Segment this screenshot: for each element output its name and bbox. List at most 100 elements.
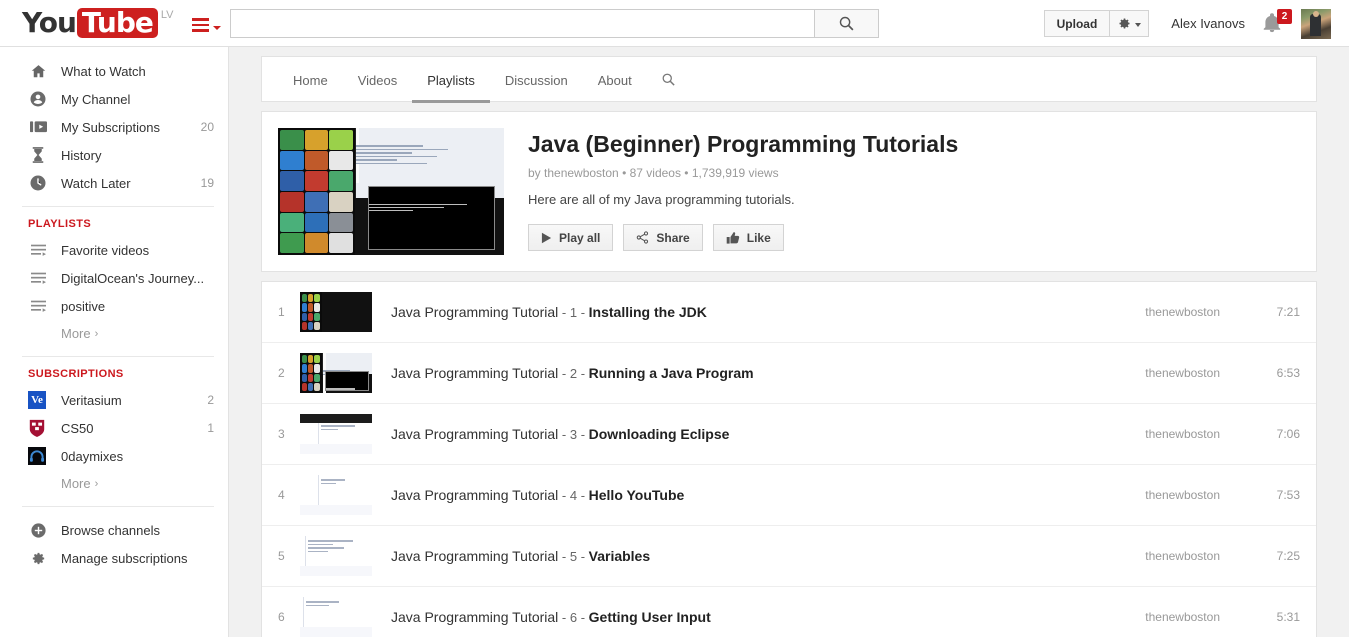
video-channel: thenewboston <box>1050 427 1220 441</box>
sidebar-item-my-channel[interactable]: My Channel <box>0 85 228 113</box>
video-channel: thenewboston <box>1050 549 1220 563</box>
table-row[interactable]: 3 Java Programming Tutorial - 3 - Downlo… <box>262 404 1316 465</box>
youtube-logo[interactable]: You Tube LV <box>22 8 174 38</box>
sidebar-item-my-subscriptions[interactable]: My Subscriptions 20 <box>0 113 228 141</box>
tab-playlists[interactable]: Playlists <box>412 58 490 103</box>
sidebar: What to Watch My Channel My Subscription… <box>0 47 229 637</box>
video-thumbnail[interactable] <box>300 536 372 576</box>
sidebar-section-subscriptions: SUBSCRIPTIONS <box>0 366 228 386</box>
user-name[interactable]: Alex Ivanovs <box>1171 16 1245 31</box>
search-icon <box>838 15 855 32</box>
sidebar-item-label: DigitalOcean's Journey... <box>61 271 214 286</box>
sidebar-item-veritasium[interactable]: Ve Veritasium 2 <box>0 386 228 414</box>
sidebar-item-digitalocean-journey[interactable]: DigitalOcean's Journey... <box>0 264 228 292</box>
video-title[interactable]: Java Programming Tutorial - 5 - Variable… <box>391 548 1050 564</box>
video-duration: 7:53 <box>1220 488 1300 502</box>
tab-discussion[interactable]: Discussion <box>490 58 583 103</box>
like-button[interactable]: Like <box>713 224 784 251</box>
sidebar-item-history[interactable]: History <box>0 141 228 169</box>
sidebar-item-favorite-videos[interactable]: Favorite videos <box>0 236 228 264</box>
sidebar-item-manage-subscriptions[interactable]: Manage subscriptions <box>0 544 228 572</box>
video-title[interactable]: Java Programming Tutorial - 1 - Installi… <box>391 304 1050 320</box>
table-row[interactable]: 1 Java Programming Tutorial - 1 - Instal… <box>262 282 1316 343</box>
subscriptions-more-button[interactable]: More › <box>0 470 228 497</box>
share-label: Share <box>656 231 689 245</box>
hamburger-menu-icon[interactable] <box>192 18 221 32</box>
video-thumbnail[interactable] <box>300 414 372 454</box>
video-thumbnail[interactable] <box>300 475 372 515</box>
video-title-separator: - 2 - <box>558 366 588 381</box>
video-title-episode: Variables <box>589 548 651 564</box>
channel-search-button[interactable] <box>647 57 690 102</box>
masthead-right: Upload Alex Ivanovs 2 <box>1044 0 1331 47</box>
subscriptions-icon <box>28 117 48 137</box>
0daymixes-avatar <box>28 447 46 465</box>
video-title[interactable]: Java Programming Tutorial - 3 - Download… <box>391 426 1050 442</box>
settings-button[interactable] <box>1110 10 1149 37</box>
notifications-button[interactable]: 2 <box>1261 11 1285 37</box>
sidebar-item-cs50[interactable]: CS50 1 <box>0 414 228 442</box>
chevron-right-icon: › <box>95 478 99 490</box>
table-row[interactable]: 2 Java Programming Tutorial - 2 - Runnin… <box>262 343 1316 404</box>
table-row[interactable]: 4 Java Programming Tutorial - 4 - Hello … <box>262 465 1316 526</box>
share-icon <box>636 231 649 244</box>
main-content: Home Videos Playlists Discussion About <box>229 47 1349 637</box>
video-title-episode: Getting User Input <box>589 609 711 625</box>
masthead: You Tube LV Upload Alex Ivanovs <box>0 0 1349 47</box>
play-all-button[interactable]: Play all <box>528 224 613 251</box>
ide-window-art <box>300 475 372 515</box>
video-title-prefix: Java Programming Tutorial <box>391 548 558 564</box>
tab-home[interactable]: Home <box>278 58 343 103</box>
sidebar-item-0daymixes[interactable]: 0daymixes <box>0 442 228 470</box>
video-index: 6 <box>278 610 300 624</box>
titlebar-art <box>300 414 372 423</box>
tab-about[interactable]: About <box>583 58 647 103</box>
video-title-separator: - 5 - <box>558 549 588 564</box>
playlist-header: Java (Beginner) Programming Tutorials by… <box>261 111 1317 272</box>
table-row[interactable]: 5 Java Programming Tutorial - 5 - Variab… <box>262 526 1316 587</box>
sidebar-item-positive[interactable]: positive <box>0 292 228 320</box>
search-form <box>230 9 879 38</box>
sidebar-item-label: Watch Later <box>61 176 195 191</box>
tab-videos[interactable]: Videos <box>343 58 413 103</box>
divider <box>22 356 214 357</box>
hamburger-bars <box>192 18 209 32</box>
playlists-more-button[interactable]: More › <box>0 320 228 347</box>
video-title[interactable]: Java Programming Tutorial - 2 - Running … <box>391 365 1050 381</box>
search-button[interactable] <box>814 9 879 38</box>
sidebar-item-browse-channels[interactable]: Browse channels <box>0 516 228 544</box>
upload-button[interactable]: Upload <box>1044 10 1111 37</box>
video-channel: thenewboston <box>1050 610 1220 624</box>
video-thumbnail[interactable] <box>300 353 372 393</box>
playlist-cover-thumbnail[interactable] <box>278 128 504 255</box>
video-thumbnail[interactable] <box>300 597 372 637</box>
like-label: Like <box>747 231 771 245</box>
table-row[interactable]: 6 Java Programming Tutorial - 6 - Gettin… <box>262 587 1316 637</box>
chevron-right-icon: › <box>95 328 99 340</box>
logo-you-text: You <box>22 8 76 38</box>
command-prompt-art <box>325 371 370 392</box>
avatar[interactable] <box>1301 9 1331 39</box>
chevron-down-icon <box>1135 23 1141 27</box>
video-thumbnail[interactable] <box>300 292 372 332</box>
sidebar-item-label: My Channel <box>61 92 208 107</box>
video-title[interactable]: Java Programming Tutorial - 6 - Getting … <box>391 609 1050 625</box>
gear-icon <box>28 548 48 568</box>
search-input[interactable] <box>230 9 814 38</box>
sidebar-item-count: 2 <box>207 393 214 407</box>
play-all-label: Play all <box>559 231 600 245</box>
sidebar-item-count: 19 <box>201 176 214 190</box>
person-icon <box>28 89 48 109</box>
sidebar-item-what-to-watch[interactable]: What to Watch <box>0 57 228 85</box>
home-icon <box>28 61 48 81</box>
logo-country-code: LV <box>161 9 174 21</box>
desktop-icons-art <box>300 292 322 332</box>
share-button[interactable]: Share <box>623 224 702 251</box>
playlist-actions: Play all Share <box>528 224 958 251</box>
video-channel: thenewboston <box>1050 488 1220 502</box>
more-label: More <box>61 476 91 491</box>
video-index: 3 <box>278 427 300 441</box>
play-icon <box>541 232 552 244</box>
sidebar-item-watch-later[interactable]: Watch Later 19 <box>0 169 228 197</box>
video-title[interactable]: Java Programming Tutorial - 4 - Hello Yo… <box>391 487 1050 503</box>
